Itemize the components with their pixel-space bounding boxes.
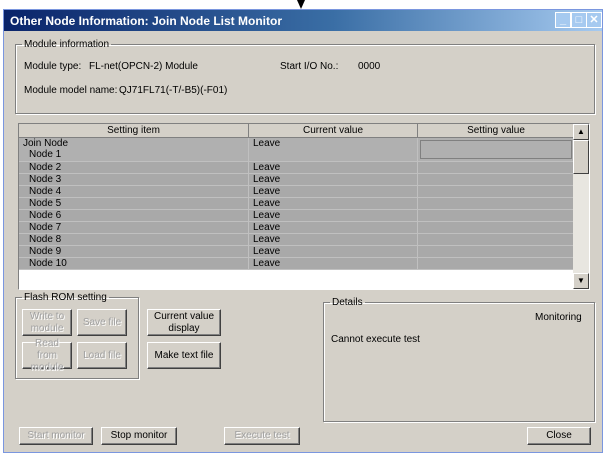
node-list-table: Setting item Current value Setting value… bbox=[18, 123, 590, 290]
write-to-module-button[interactable]: Write to module bbox=[22, 309, 72, 336]
group-label-join-node: Join Node bbox=[23, 138, 69, 149]
table-row-setting-value[interactable] bbox=[418, 186, 575, 198]
close-button[interactable]: Close bbox=[527, 427, 591, 445]
table-row-item[interactable]: Node 6 bbox=[19, 210, 249, 222]
module-type-value: FL-net(OPCN-2) Module bbox=[89, 61, 198, 72]
table-row-current-value: Leave bbox=[249, 198, 418, 210]
execute-test-button[interactable]: Execute test bbox=[224, 427, 300, 445]
column-header-setting-value: Setting value bbox=[418, 124, 575, 138]
table-row-setting-value[interactable] bbox=[418, 234, 575, 246]
table-row-current-value: Leave bbox=[249, 246, 418, 258]
start-monitor-button[interactable]: Start monitor bbox=[19, 427, 93, 445]
table-row-current-value: Leave bbox=[249, 162, 418, 174]
setting-value-field[interactable] bbox=[420, 140, 572, 159]
row-setting-value-cell[interactable] bbox=[418, 138, 575, 162]
scroll-up-button[interactable]: ▲ bbox=[573, 124, 589, 140]
row-item-label: Node 1 bbox=[29, 149, 62, 160]
module-model-label: Module model name: bbox=[24, 85, 118, 96]
title-bar[interactable]: Other Node Information: Join Node List M… bbox=[4, 10, 602, 31]
row-current-value: Leave bbox=[249, 138, 418, 162]
minimize-button[interactable]: _ bbox=[555, 12, 571, 28]
table-row-setting-value[interactable] bbox=[418, 162, 575, 174]
table-row-setting-value[interactable] bbox=[418, 198, 575, 210]
current-value-display-button[interactable]: Current value display bbox=[147, 309, 221, 336]
dialog-window: Other Node Information: Join Node List M… bbox=[3, 9, 603, 453]
load-file-button[interactable]: Load file bbox=[77, 342, 127, 369]
table-row-setting-value[interactable] bbox=[418, 258, 575, 270]
flash-rom-legend: Flash ROM setting bbox=[24, 292, 107, 303]
scroll-down-button[interactable]: ▼ bbox=[573, 273, 589, 289]
table-row-current-value: Leave bbox=[249, 210, 418, 222]
start-io-value: 0000 bbox=[358, 61, 381, 72]
close-window-button[interactable]: ✕ bbox=[586, 12, 602, 28]
stop-monitor-button[interactable]: Stop monitor bbox=[101, 427, 177, 445]
scroll-thumb[interactable] bbox=[573, 140, 589, 174]
maximize-button[interactable]: □ bbox=[571, 12, 587, 28]
table-row-first-item[interactable]: Join Node Node 1 bbox=[19, 138, 249, 162]
maximize-icon: □ bbox=[575, 14, 583, 26]
table-row-current-value: Leave bbox=[249, 174, 418, 186]
column-header-current-value: Current value bbox=[249, 124, 418, 138]
table-row-item[interactable]: Node 3 bbox=[19, 174, 249, 186]
table-row-setting-value[interactable] bbox=[418, 210, 575, 222]
module-type-label: Module type: bbox=[24, 61, 82, 72]
module-model-value: QJ71FL71(-T/-B5)(-F01) bbox=[119, 85, 228, 96]
table-row-item[interactable]: Node 7 bbox=[19, 222, 249, 234]
table-row-setting-value[interactable] bbox=[418, 174, 575, 186]
make-text-file-button[interactable]: Make text file bbox=[147, 342, 221, 369]
table-row-setting-value[interactable] bbox=[418, 246, 575, 258]
arrow-down-icon: ▼ bbox=[577, 276, 585, 285]
table-row-item[interactable]: Node 8 bbox=[19, 234, 249, 246]
pointer-arrow-icon bbox=[297, 0, 305, 9]
start-io-label: Start I/O No.: bbox=[280, 61, 339, 72]
module-information-legend: Module information bbox=[24, 39, 110, 50]
table-row-current-value: Leave bbox=[249, 258, 418, 270]
read-from-module-button[interactable]: Read from module bbox=[22, 338, 72, 373]
monitoring-status: Monitoring bbox=[535, 312, 582, 323]
column-header-setting-item: Setting item bbox=[19, 124, 249, 138]
table-row-item[interactable]: Node 4 bbox=[19, 186, 249, 198]
minimize-icon: _ bbox=[559, 14, 567, 26]
table-row-setting-value[interactable] bbox=[418, 222, 575, 234]
close-icon: ✕ bbox=[589, 14, 599, 26]
table-row-item[interactable]: Node 2 bbox=[19, 162, 249, 174]
table-row-current-value: Leave bbox=[249, 186, 418, 198]
window-title: Other Node Information: Join Node List M… bbox=[10, 14, 282, 28]
table-row-item[interactable]: Node 5 bbox=[19, 198, 249, 210]
table-row-current-value: Leave bbox=[249, 234, 418, 246]
arrow-up-icon: ▲ bbox=[577, 127, 585, 136]
details-message: Cannot execute test bbox=[331, 334, 420, 345]
details-legend: Details bbox=[332, 297, 363, 308]
module-information-group: Module information bbox=[15, 39, 595, 114]
table-row-item[interactable]: Node 9 bbox=[19, 246, 249, 258]
vertical-scrollbar[interactable]: ▲ ▼ bbox=[573, 124, 589, 289]
table-row-item[interactable]: Node 10 bbox=[19, 258, 249, 270]
table-row-current-value: Leave bbox=[249, 222, 418, 234]
save-file-button[interactable]: Save file bbox=[77, 309, 127, 336]
